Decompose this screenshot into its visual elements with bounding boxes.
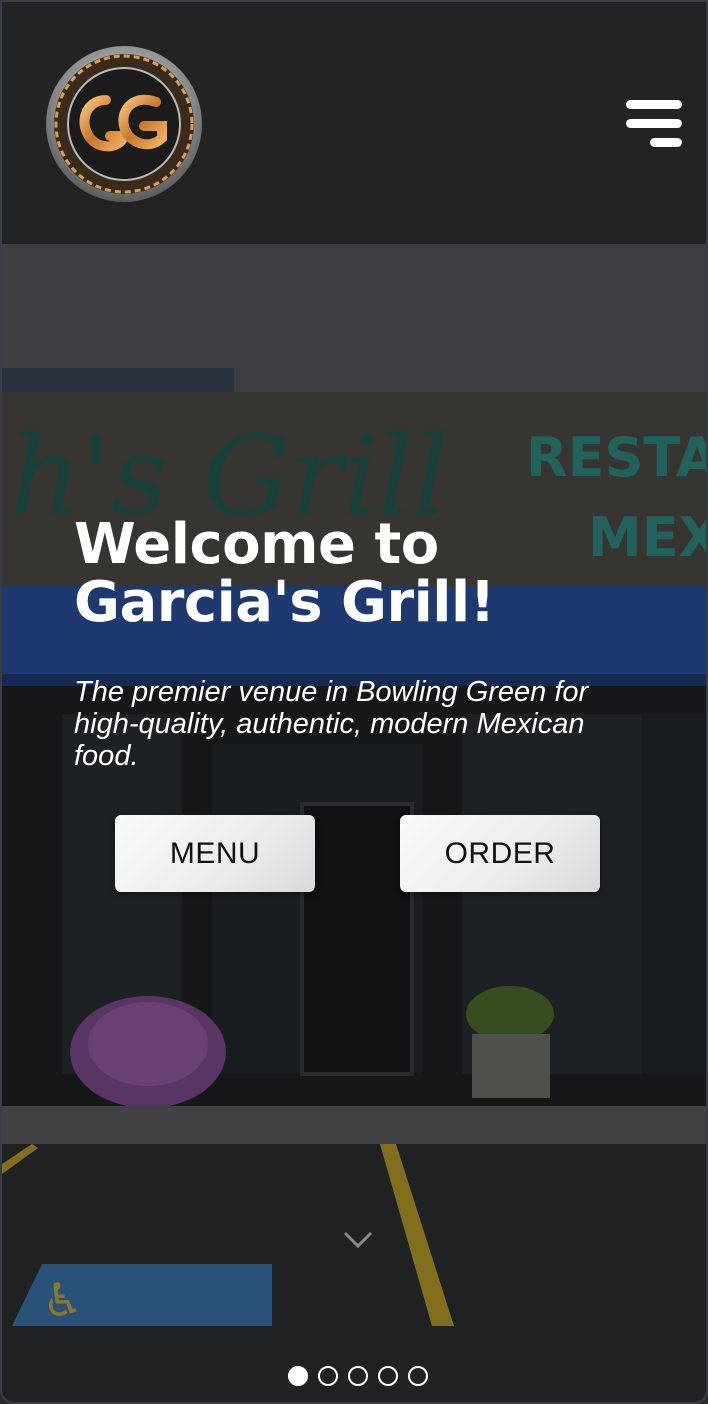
site-header (2, 2, 706, 244)
garcias-grill-logo-icon[interactable] (44, 44, 204, 204)
slide-dot-2[interactable] (318, 1366, 338, 1386)
chevron-down-icon[interactable] (342, 1229, 374, 1251)
hamburger-menu-icon (626, 100, 682, 109)
hero-subtitle: The premier venue in Bowling Green for h… (74, 676, 589, 772)
slide-dot-1[interactable] (288, 1366, 308, 1386)
app-frame: h's Grill RESTA MEX (0, 0, 708, 1404)
slider-pagination (288, 1366, 428, 1388)
slide-dot-5[interactable] (408, 1366, 428, 1386)
slide-dot-3[interactable] (348, 1366, 368, 1386)
order-button[interactable]: ORDER (400, 815, 600, 892)
hero-section: h's Grill RESTA MEX (2, 244, 706, 1402)
slide-dot-4[interactable] (378, 1366, 398, 1386)
menu-button[interactable]: MENU (115, 815, 315, 892)
hero-title: Welcome to Garcia's Grill! (74, 512, 495, 635)
menu-toggle-button[interactable] (624, 100, 682, 152)
